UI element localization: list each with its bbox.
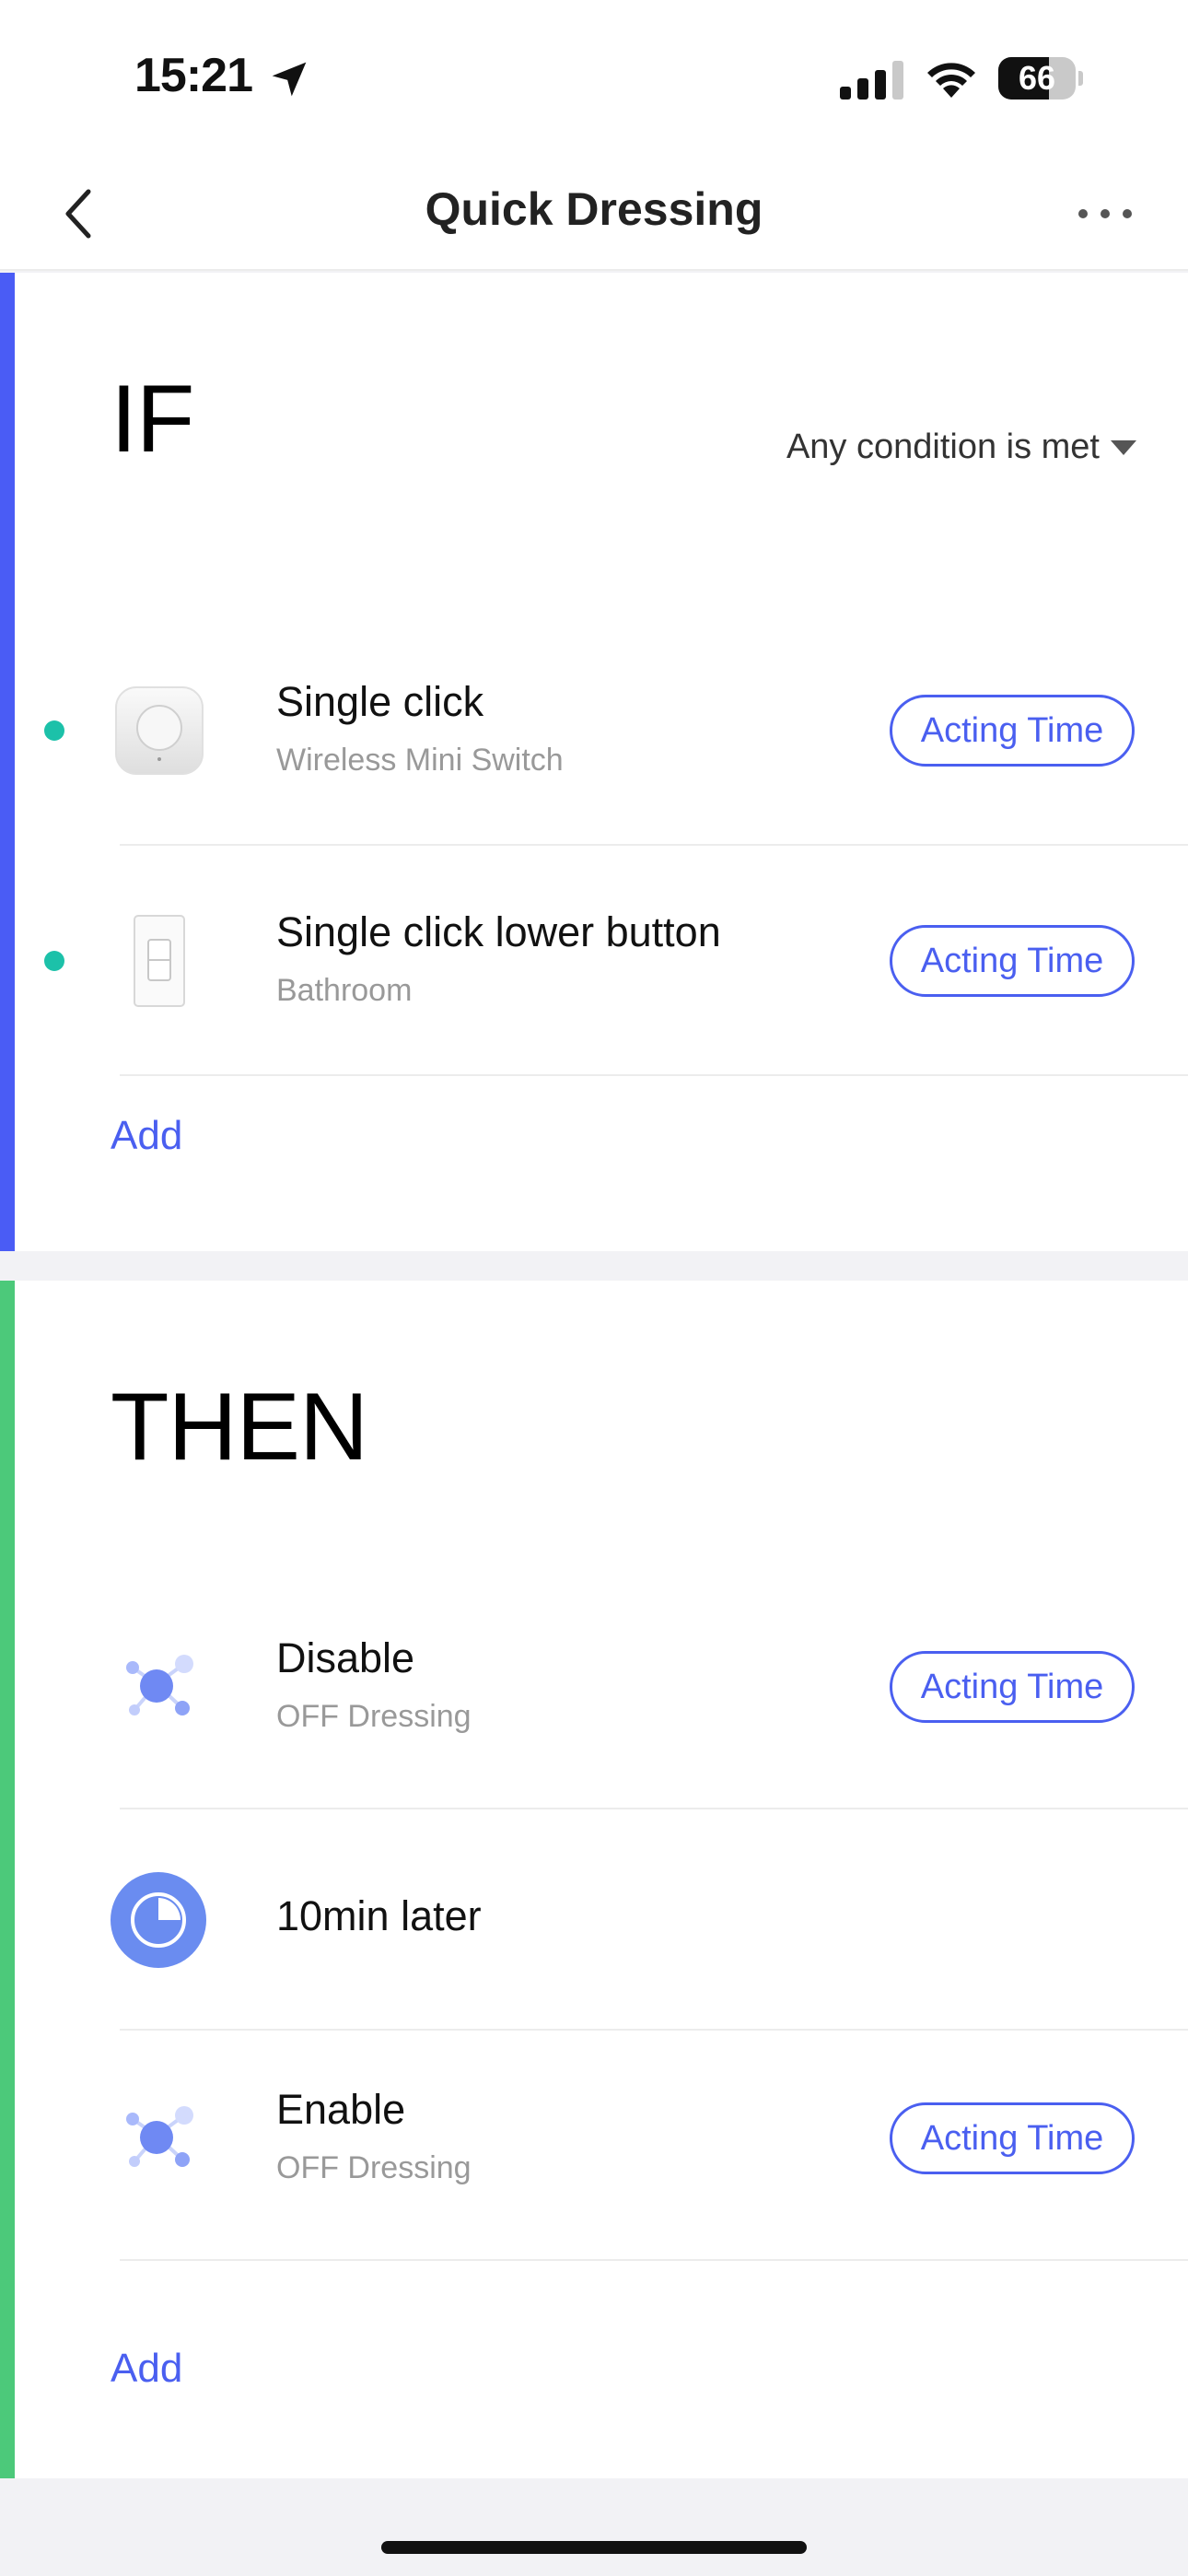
divider: [120, 2259, 1188, 2261]
then-section: THEN Disable OFF Dressing Acting Time 10…: [0, 1281, 1188, 2478]
automation-icon: [126, 1655, 193, 1715]
automation-icon: [126, 2106, 193, 2167]
mini-switch-icon: [115, 686, 204, 775]
ellipsis-icon[interactable]: [1076, 203, 1135, 225]
action-title: Disable: [276, 1634, 415, 1681]
add-condition-button[interactable]: Add: [111, 1113, 182, 1159]
delay-item[interactable]: 10min later: [0, 1809, 1188, 2031]
status-bar: 15:21 66: [0, 0, 1188, 157]
if-section: IF Any condition is met Single click Wir…: [0, 273, 1188, 1251]
caret-down-icon: [1111, 439, 1136, 455]
action-title: Enable: [276, 2086, 406, 2133]
timer-icon: [111, 1872, 206, 1968]
automation-detail-screen: 15:21 66 Quick Dressing IF Any condition…: [0, 0, 1188, 2576]
acting-time-button[interactable]: Acting Time: [890, 1651, 1135, 1723]
condition-title: Single click: [276, 678, 484, 725]
if-heading: IF: [111, 366, 194, 473]
status-time: 15:21: [134, 49, 253, 102]
condition-mode-label: Any condition is met: [786, 427, 1100, 466]
location-arrow-icon: [272, 62, 307, 97]
divider: [120, 1074, 1188, 1076]
action-item[interactable]: Disable OFF Dressing Acting Time: [0, 1579, 1188, 1809]
wall-switch-icon: [134, 915, 185, 1007]
page-title: Quick Dressing: [425, 183, 763, 235]
battery-level: 66: [1018, 59, 1056, 97]
then-heading: THEN: [111, 1374, 368, 1481]
action-subtitle: OFF Dressing: [276, 2150, 472, 2185]
status-dot: [44, 720, 64, 741]
acting-time-button[interactable]: Acting Time: [890, 695, 1135, 767]
acting-time-button[interactable]: Acting Time: [890, 2102, 1135, 2174]
condition-item[interactable]: Single click Wireless Mini Switch Acting…: [0, 615, 1188, 846]
action-item[interactable]: Enable OFF Dressing Acting Time: [0, 2031, 1188, 2261]
acting-time-button[interactable]: Acting Time: [890, 925, 1135, 997]
battery-icon: 66: [998, 57, 1083, 100]
cellular-signal-icon: [840, 61, 903, 100]
condition-subtitle: Wireless Mini Switch: [276, 743, 564, 778]
action-subtitle: OFF Dressing: [276, 1699, 472, 1734]
add-action-button[interactable]: Add: [111, 2346, 182, 2392]
condition-item[interactable]: Single click lower button Bathroom Actin…: [0, 846, 1188, 1076]
delay-title: 10min later: [276, 1892, 482, 1939]
condition-mode-dropdown[interactable]: Any condition is met: [786, 427, 1136, 467]
home-indicator: [381, 2541, 807, 2554]
navigation-bar: Quick Dressing: [0, 157, 1188, 271]
condition-title: Single click lower button: [276, 908, 721, 955]
condition-subtitle: Bathroom: [276, 973, 413, 1008]
status-dot: [44, 951, 64, 971]
wifi-icon: [927, 63, 975, 98]
